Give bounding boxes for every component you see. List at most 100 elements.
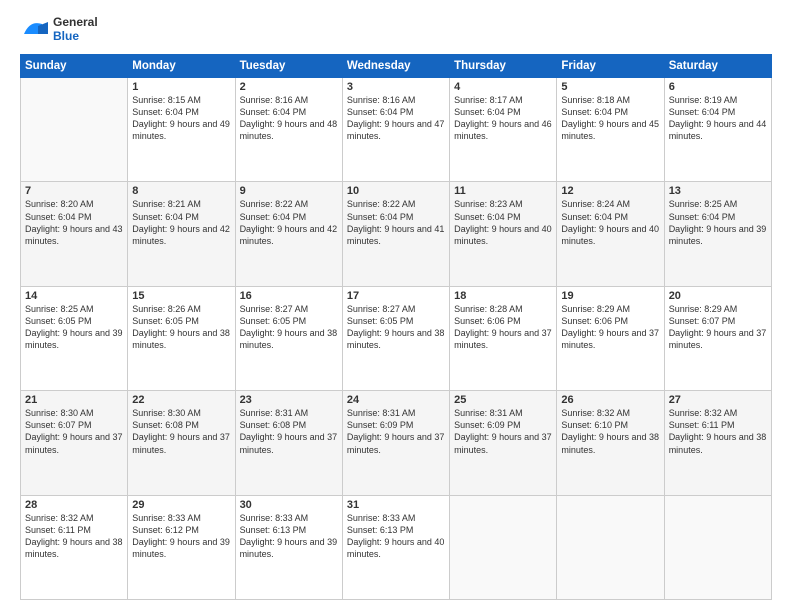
day-number: 24 [347,394,445,406]
cell-content: Sunrise: 8:31 AMSunset: 6:08 PMDaylight:… [240,408,338,454]
day-number: 30 [240,499,338,511]
calendar-cell: 9 Sunrise: 8:22 AMSunset: 6:04 PMDaylight… [235,182,342,286]
day-number: 9 [240,185,338,197]
cell-content: Sunrise: 8:29 AMSunset: 6:07 PMDaylight:… [669,304,767,350]
cell-content: Sunrise: 8:15 AMSunset: 6:04 PMDaylight:… [132,95,230,141]
calendar-cell [664,495,771,599]
cell-content: Sunrise: 8:27 AMSunset: 6:05 PMDaylight:… [240,304,338,350]
cell-content: Sunrise: 8:18 AMSunset: 6:04 PMDaylight:… [561,95,659,141]
cell-content: Sunrise: 8:31 AMSunset: 6:09 PMDaylight:… [454,408,552,454]
calendar-cell: 11Sunrise: 8:23 AMSunset: 6:04 PMDayligh… [450,182,557,286]
day-number: 1 [132,81,230,93]
day-number: 23 [240,394,338,406]
weekday-header: Friday [557,55,664,78]
day-number: 4 [454,81,552,93]
calendar-cell: 3 Sunrise: 8:16 AMSunset: 6:04 PMDaylight… [342,78,449,182]
cell-content: Sunrise: 8:33 AMSunset: 6:12 PMDaylight:… [132,513,230,559]
day-number: 13 [669,185,767,197]
calendar-cell: 14 Sunrise: 8:25 AMSunset: 6:05 PMDayligh… [21,286,128,390]
cell-content: Sunrise: 8:32 AMSunset: 6:10 PMDaylight:… [561,408,659,454]
day-number: 17 [347,290,445,302]
cell-content: Sunrise: 8:28 AMSunset: 6:06 PMDaylight:… [454,304,552,350]
calendar-cell: 12Sunrise: 8:24 AMSunset: 6:04 PMDayligh… [557,182,664,286]
calendar-cell: 24 Sunrise: 8:31 AMSunset: 6:09 PMDayligh… [342,391,449,495]
cell-content: Sunrise: 8:23 AMSunset: 6:04 PMDaylight:… [454,199,552,245]
calendar-cell [450,495,557,599]
cell-content: Sunrise: 8:25 AMSunset: 6:05 PMDaylight:… [25,304,123,350]
day-number: 3 [347,81,445,93]
day-number: 20 [669,290,767,302]
day-number: 31 [347,499,445,511]
calendar-cell: 2Sunrise: 8:16 AMSunset: 6:04 PMDaylight… [235,78,342,182]
day-number: 25 [454,394,552,406]
calendar-cell: 25 Sunrise: 8:31 AMSunset: 6:09 PMDayligh… [450,391,557,495]
day-number: 22 [132,394,230,406]
day-number: 28 [25,499,123,511]
cell-content: Sunrise: 8:31 AMSunset: 6:09 PMDaylight:… [347,408,445,454]
day-number: 19 [561,290,659,302]
weekday-header: Wednesday [342,55,449,78]
day-number: 29 [132,499,230,511]
logo-text: General Blue [53,16,98,44]
calendar-cell: 1 Sunrise: 8:15 AMSunset: 6:04 PMDaylight… [128,78,235,182]
cell-content: Sunrise: 8:32 AMSunset: 6:11 PMDaylight:… [669,408,767,454]
cell-content: Sunrise: 8:22 AMSunset: 6:04 PMDaylight:… [347,199,445,245]
calendar-cell: 10 Sunrise: 8:22 AMSunset: 6:04 PMDayligh… [342,182,449,286]
cell-content: Sunrise: 8:26 AMSunset: 6:05 PMDaylight:… [132,304,230,350]
weekday-header: Saturday [664,55,771,78]
calendar-cell: 17 Sunrise: 8:27 AMSunset: 6:05 PMDayligh… [342,286,449,390]
logo-line2: Blue [53,30,98,44]
cell-content: Sunrise: 8:27 AMSunset: 6:05 PMDaylight:… [347,304,445,350]
calendar-cell: 4 Sunrise: 8:17 AMSunset: 6:04 PMDaylight… [450,78,557,182]
logo-graphic [20,16,50,46]
calendar-cell: 28 Sunrise: 8:32 AMSunset: 6:11 PMDayligh… [21,495,128,599]
calendar-cell: 5Sunrise: 8:18 AMSunset: 6:04 PMDaylight… [557,78,664,182]
day-number: 6 [669,81,767,93]
cell-content: Sunrise: 8:20 AMSunset: 6:04 PMDaylight:… [25,199,123,245]
calendar-cell: 31Sunrise: 8:33 AMSunset: 6:13 PMDayligh… [342,495,449,599]
calendar-cell: 26Sunrise: 8:32 AMSunset: 6:10 PMDayligh… [557,391,664,495]
day-number: 15 [132,290,230,302]
logo: General Blue [20,16,98,46]
cell-content: Sunrise: 8:33 AMSunset: 6:13 PMDaylight:… [240,513,338,559]
calendar-cell: 21 Sunrise: 8:30 AMSunset: 6:07 PMDayligh… [21,391,128,495]
day-number: 27 [669,394,767,406]
cell-content: Sunrise: 8:22 AMSunset: 6:04 PMDaylight:… [240,199,338,245]
weekday-header: Thursday [450,55,557,78]
cell-content: Sunrise: 8:32 AMSunset: 6:11 PMDaylight:… [25,513,123,559]
logo-line1: General [53,16,98,30]
day-number: 10 [347,185,445,197]
cell-content: Sunrise: 8:16 AMSunset: 6:04 PMDaylight:… [347,95,445,141]
calendar-cell: 19 Sunrise: 8:29 AMSunset: 6:06 PMDayligh… [557,286,664,390]
calendar-cell [557,495,664,599]
calendar-cell: 18 Sunrise: 8:28 AMSunset: 6:06 PMDayligh… [450,286,557,390]
header: General Blue [20,16,772,46]
calendar-week-row: 14 Sunrise: 8:25 AMSunset: 6:05 PMDayligh… [21,286,772,390]
calendar-week-row: 1 Sunrise: 8:15 AMSunset: 6:04 PMDaylight… [21,78,772,182]
day-number: 12 [561,185,659,197]
calendar-week-row: 21 Sunrise: 8:30 AMSunset: 6:07 PMDayligh… [21,391,772,495]
calendar-cell: 13 Sunrise: 8:25 AMSunset: 6:04 PMDayligh… [664,182,771,286]
header-row: SundayMondayTuesdayWednesdayThursdayFrid… [21,55,772,78]
day-number: 2 [240,81,338,93]
calendar-cell: 6 Sunrise: 8:19 AMSunset: 6:04 PMDaylight… [664,78,771,182]
cell-content: Sunrise: 8:25 AMSunset: 6:04 PMDaylight:… [669,199,767,245]
day-number: 14 [25,290,123,302]
cell-content: Sunrise: 8:17 AMSunset: 6:04 PMDaylight:… [454,95,552,141]
weekday-header: Monday [128,55,235,78]
calendar-cell: 22Sunrise: 8:30 AMSunset: 6:08 PMDayligh… [128,391,235,495]
day-number: 21 [25,394,123,406]
weekday-header: Sunday [21,55,128,78]
day-number: 7 [25,185,123,197]
day-number: 16 [240,290,338,302]
day-number: 18 [454,290,552,302]
cell-content: Sunrise: 8:30 AMSunset: 6:07 PMDaylight:… [25,408,123,454]
page: General Blue SundayMondayTuesdayWednesda… [0,0,792,612]
logo-container: General Blue [20,16,98,46]
cell-content: Sunrise: 8:21 AMSunset: 6:04 PMDaylight:… [132,199,230,245]
cell-content: Sunrise: 8:19 AMSunset: 6:04 PMDaylight:… [669,95,767,141]
calendar-cell: 20 Sunrise: 8:29 AMSunset: 6:07 PMDayligh… [664,286,771,390]
calendar-cell: 7 Sunrise: 8:20 AMSunset: 6:04 PMDaylight… [21,182,128,286]
calendar-cell: 15 Sunrise: 8:26 AMSunset: 6:05 PMDayligh… [128,286,235,390]
cell-content: Sunrise: 8:29 AMSunset: 6:06 PMDaylight:… [561,304,659,350]
